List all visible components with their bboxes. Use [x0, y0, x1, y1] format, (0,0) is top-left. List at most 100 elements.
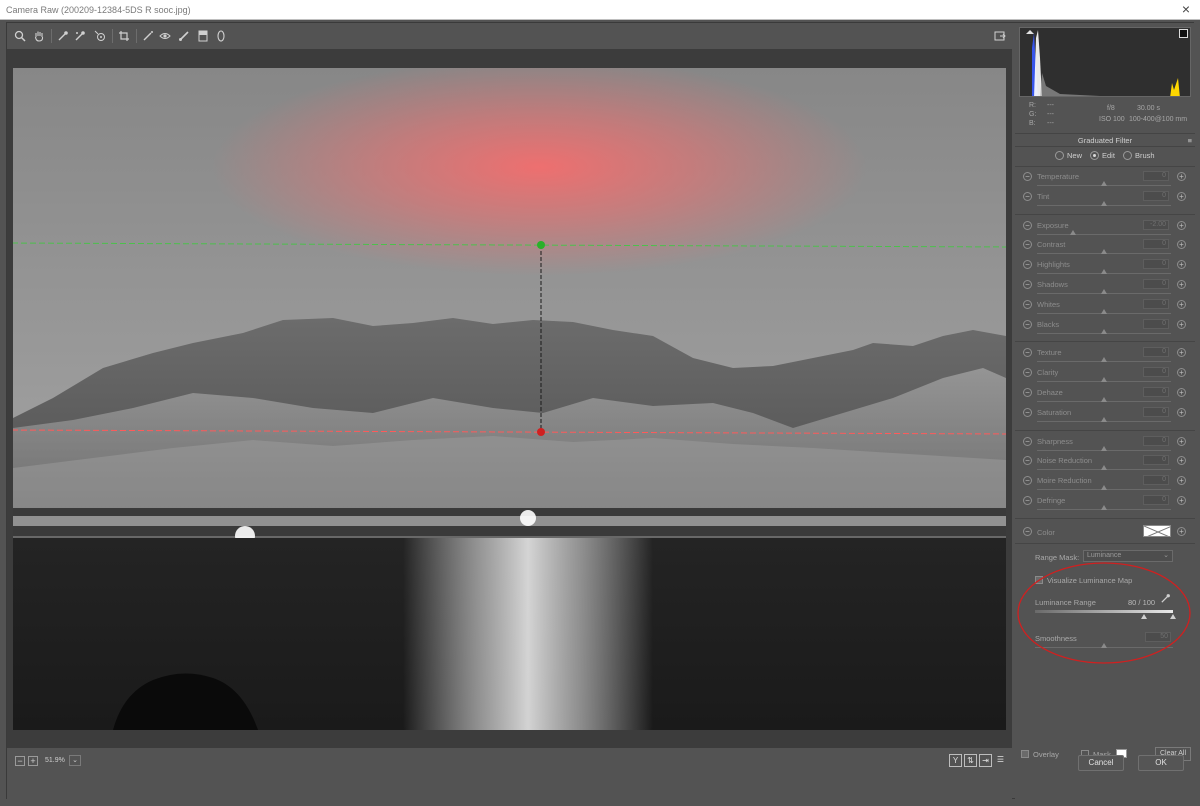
increase-icon[interactable]: +: [1177, 299, 1186, 309]
slider-value[interactable]: 0: [1143, 455, 1169, 466]
slider-handle[interactable]: [1101, 289, 1107, 294]
mode-brush-radio[interactable]: [1123, 151, 1132, 160]
crop-icon[interactable]: [117, 29, 131, 43]
decrease-icon[interactable]: −: [1023, 299, 1032, 309]
slider-value[interactable]: 0: [1143, 387, 1169, 397]
spot-removal-icon[interactable]: [141, 29, 155, 43]
decrease-icon[interactable]: −: [1023, 456, 1032, 466]
slider-value[interactable]: -2.00: [1143, 219, 1169, 230]
increase-icon[interactable]: +: [1177, 240, 1186, 250]
increase-icon[interactable]: +: [1177, 496, 1186, 505]
slider-handle[interactable]: [1101, 445, 1107, 451]
decrease-icon[interactable]: −: [1023, 407, 1032, 417]
zoom-in-button[interactable]: +: [28, 756, 38, 766]
slider-handle[interactable]: [1101, 249, 1107, 255]
increase-icon[interactable]: +: [1177, 172, 1186, 181]
before-after-y-button[interactable]: Y: [949, 754, 962, 767]
slider-value[interactable]: 0: [1143, 406, 1169, 417]
slider-value[interactable]: 0: [1143, 475, 1169, 486]
decrease-icon[interactable]: −: [1023, 260, 1032, 270]
increase-icon[interactable]: +: [1177, 319, 1186, 329]
white-balance-icon[interactable]: [56, 29, 70, 43]
slider-handle[interactable]: [1101, 357, 1107, 363]
zoom-dropdown[interactable]: ⌄: [69, 755, 81, 766]
highlight-clipping-icon[interactable]: [1179, 29, 1188, 38]
decrease-icon[interactable]: −: [1023, 220, 1032, 230]
decrease-icon[interactable]: −: [1023, 240, 1032, 250]
slider-value[interactable]: 0: [1143, 367, 1169, 378]
hand-icon[interactable]: [32, 29, 46, 43]
panel-menu-icon[interactable]: ≡: [1188, 134, 1192, 147]
color-minus-icon[interactable]: −: [1023, 527, 1032, 536]
photo-preview[interactable]: [13, 68, 1006, 730]
color-swatch[interactable]: [1143, 525, 1171, 537]
ok-button[interactable]: OK: [1138, 755, 1184, 771]
adjustment-brush-icon[interactable]: [177, 29, 191, 43]
close-icon[interactable]: ×: [1182, 2, 1190, 16]
overlay-checkbox[interactable]: [1021, 750, 1029, 758]
slider-value[interactable]: 0: [1143, 279, 1169, 289]
slider-value[interactable]: 0: [1143, 298, 1169, 309]
decrease-icon[interactable]: −: [1023, 280, 1032, 289]
swap-before-after-button[interactable]: ⇅: [964, 754, 977, 767]
increase-icon[interactable]: +: [1177, 280, 1186, 289]
slider-handle[interactable]: [1101, 505, 1107, 510]
targeted-adjustment-icon[interactable]: [93, 29, 107, 43]
slider-handle[interactable]: [1101, 465, 1107, 471]
slider-handle[interactable]: [1101, 308, 1107, 314]
increase-icon[interactable]: +: [1177, 407, 1186, 417]
decrease-icon[interactable]: −: [1023, 191, 1032, 201]
cancel-button[interactable]: Cancel: [1078, 755, 1124, 771]
zoom-out-button[interactable]: −: [15, 756, 25, 766]
decrease-icon[interactable]: −: [1023, 172, 1032, 181]
decrease-icon[interactable]: −: [1023, 388, 1032, 397]
slider-value[interactable]: 0: [1143, 239, 1169, 250]
copy-settings-button[interactable]: ⇥: [979, 754, 992, 767]
slider-value[interactable]: 0: [1143, 495, 1169, 505]
mode-edit-radio[interactable]: [1090, 151, 1099, 160]
increase-icon[interactable]: +: [1177, 476, 1186, 486]
slider-value[interactable]: 0: [1143, 318, 1169, 329]
slider-value[interactable]: 0: [1143, 190, 1169, 201]
increase-icon[interactable]: +: [1177, 191, 1186, 201]
slider-handle[interactable]: [1101, 181, 1107, 186]
increase-icon[interactable]: +: [1177, 436, 1186, 446]
preview-preferences-icon[interactable]: ☰: [994, 754, 1007, 767]
slider-value[interactable]: 0: [1143, 435, 1169, 446]
increase-icon[interactable]: +: [1177, 456, 1186, 466]
slider-value[interactable]: 0: [1143, 171, 1169, 181]
slider-value[interactable]: 0: [1143, 347, 1169, 358]
decrease-icon[interactable]: −: [1023, 496, 1032, 505]
radial-filter-icon[interactable]: [214, 29, 228, 43]
slider-handle[interactable]: [1101, 397, 1107, 402]
color-plus-icon[interactable]: +: [1177, 527, 1186, 536]
histogram: [1019, 27, 1191, 97]
mode-new-radio[interactable]: [1055, 151, 1064, 160]
slider-handle[interactable]: [1101, 269, 1107, 275]
decrease-icon[interactable]: −: [1023, 348, 1032, 358]
slider-handle[interactable]: [1101, 328, 1107, 334]
slider-track[interactable]: [1037, 233, 1171, 235]
green-pin-icon[interactable]: [537, 241, 545, 249]
slider-handle[interactable]: [1101, 200, 1107, 206]
increase-icon[interactable]: +: [1177, 220, 1186, 230]
zoom-icon[interactable]: [13, 29, 27, 43]
color-sampler-icon[interactable]: [73, 29, 87, 43]
graduated-filter-icon[interactable]: [196, 29, 210, 43]
red-pin-icon[interactable]: [537, 428, 545, 436]
slider-handle[interactable]: [1070, 229, 1076, 235]
increase-icon[interactable]: +: [1177, 348, 1186, 358]
slider-handle[interactable]: [1101, 485, 1107, 491]
slider-value[interactable]: 0: [1143, 259, 1169, 270]
increase-icon[interactable]: +: [1177, 388, 1186, 397]
increase-icon[interactable]: +: [1177, 260, 1186, 270]
decrease-icon[interactable]: −: [1023, 319, 1032, 329]
increase-icon[interactable]: +: [1177, 368, 1186, 378]
slider-handle[interactable]: [1101, 416, 1107, 422]
slider-handle[interactable]: [1101, 377, 1107, 383]
fullscreen-toggle-icon[interactable]: [993, 29, 1007, 43]
red-eye-icon[interactable]: [158, 29, 172, 43]
decrease-icon[interactable]: −: [1023, 476, 1032, 486]
decrease-icon[interactable]: −: [1023, 436, 1032, 446]
decrease-icon[interactable]: −: [1023, 368, 1032, 378]
